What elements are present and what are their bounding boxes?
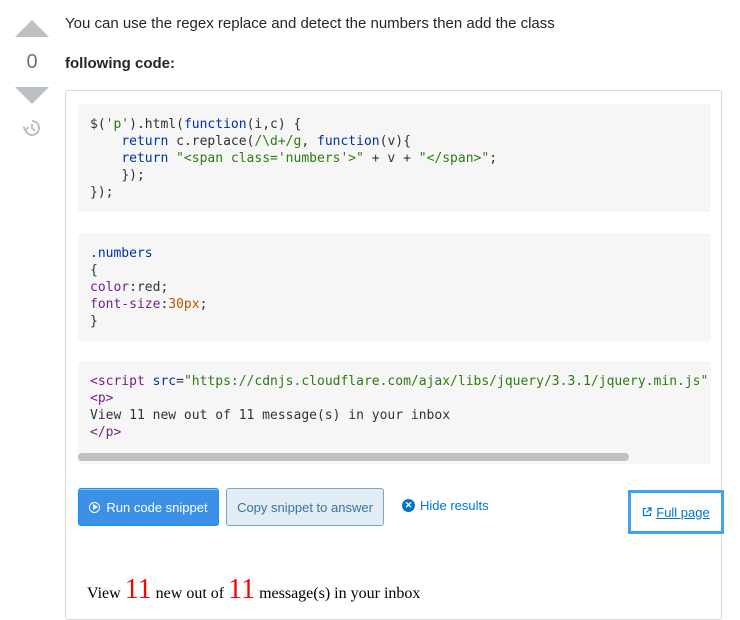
- close-circle-icon: ✕: [402, 499, 415, 512]
- html-line-1: <script src="https://cdnjs.cloudflare.co…: [90, 374, 711, 389]
- js-line-4: });: [121, 168, 145, 183]
- hide-results-label: Hide results: [420, 498, 489, 513]
- snippet-result-output: View 11 new out of 11 message(s) in your…: [87, 574, 420, 606]
- copy-snippet-label: Copy snippet to answer: [237, 499, 373, 515]
- external-link-icon: [643, 507, 652, 517]
- horizontal-scrollbar[interactable]: [78, 450, 711, 464]
- copy-snippet-button[interactable]: Copy snippet to answer: [226, 488, 384, 526]
- js-line-2: return c.replace(/\d+/g, function(v){: [121, 134, 411, 149]
- play-icon: [89, 501, 101, 513]
- js-line-3: return "<span class='numbers'>" + v + "<…: [121, 151, 498, 166]
- hide-results-link[interactable]: ✕ Hide results: [402, 498, 489, 513]
- vote-down-icon[interactable]: [15, 87, 49, 104]
- scrollbar-thumb[interactable]: [78, 453, 629, 461]
- full-page-label: Full page: [656, 504, 710, 520]
- answer-following-text: following code:: [65, 55, 175, 72]
- history-icon[interactable]: [22, 118, 42, 138]
- result-middle: new out of: [151, 585, 229, 602]
- result-prefix: View: [87, 585, 125, 602]
- js-code-block: $('p').html(function(i,c) { return c.rep…: [78, 104, 711, 212]
- css-line-5: }: [90, 314, 98, 329]
- js-line-1: $('p').html(function(i,c) {: [90, 117, 302, 132]
- html-line-3: View 11 new out of 11 message(s) in your…: [90, 408, 451, 423]
- html-code-block: <script src="https://cdnjs.cloudflare.co…: [78, 361, 711, 464]
- css-line-1: .numbers: [90, 246, 153, 261]
- vote-count: 0: [26, 51, 38, 73]
- css-code-block: .numbers { color:red; font-size:30px; }: [78, 233, 711, 341]
- js-line-5: });: [90, 185, 114, 200]
- vote-up-icon[interactable]: [15, 20, 49, 37]
- html-line-2: <p>: [90, 391, 114, 406]
- run-snippet-label: Run code snippet: [106, 499, 208, 515]
- css-line-3: color: [90, 280, 130, 295]
- result-suffix: message(s) in your inbox: [255, 585, 421, 602]
- run-snippet-button[interactable]: Run code snippet: [78, 488, 219, 526]
- code-snippet: $('p').html(function(i,c) { return c.rep…: [65, 90, 724, 620]
- full-page-link[interactable]: Full page: [642, 504, 710, 520]
- answer-intro-text: You can use the regex replace and detect…: [65, 15, 555, 32]
- vote-cell: 0: [14, 20, 50, 143]
- css-line-2: {: [90, 263, 98, 278]
- full-page-highlight: Full page: [628, 490, 724, 534]
- result-number-1: 11: [124, 574, 152, 605]
- css-line-4: font-size: [90, 297, 161, 312]
- html-line-4: </p>: [90, 425, 122, 440]
- result-number-2: 11: [228, 574, 256, 605]
